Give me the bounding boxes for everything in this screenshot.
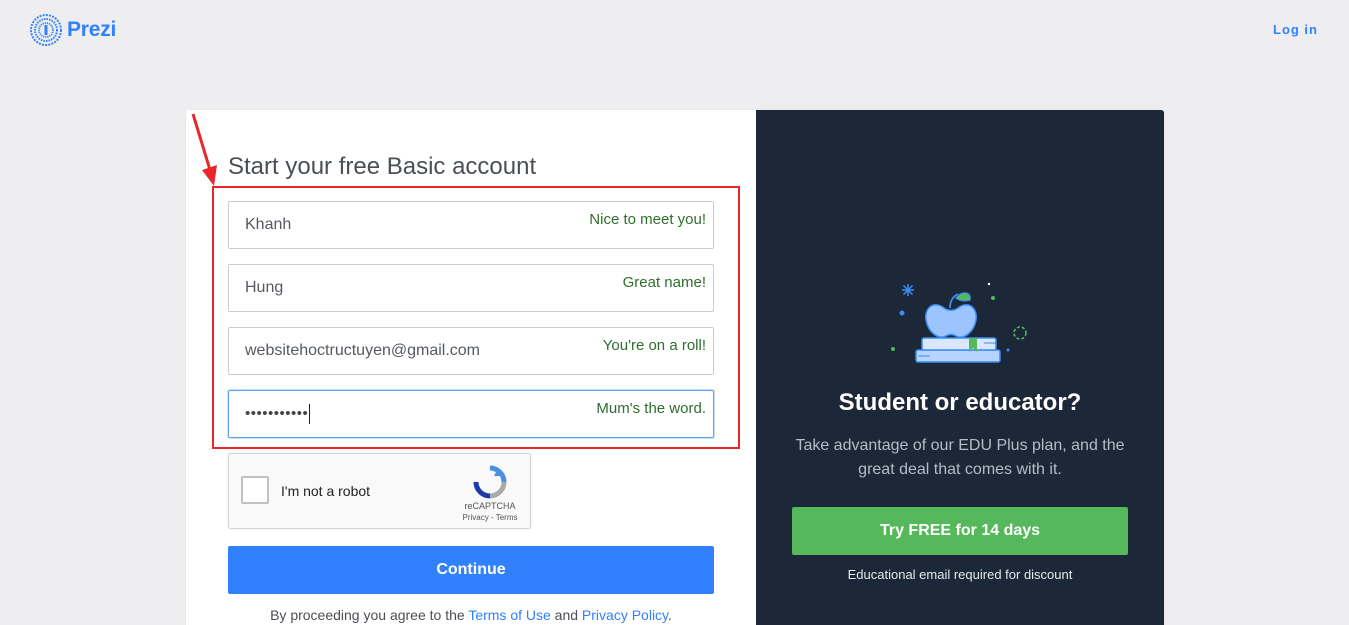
edu-panel: Student or educator? Take advantage of o… <box>756 110 1164 625</box>
legal-prefix: By proceeding you agree to the <box>270 607 465 623</box>
password-input[interactable]: ••••••••••• <box>245 404 311 424</box>
email-input[interactable] <box>229 328 713 374</box>
signup-form-panel: Start your free Basic account Nice to me… <box>186 110 756 625</box>
first-name-input[interactable] <box>229 202 713 248</box>
text-caret <box>309 404 311 424</box>
try-free-button[interactable]: Try FREE for 14 days <box>792 507 1128 555</box>
continue-button[interactable]: Continue <box>228 546 714 594</box>
recaptcha-checkbox[interactable] <box>241 476 269 504</box>
terms-of-use-link[interactable]: Terms of Use <box>468 607 550 623</box>
first-name-field[interactable]: Nice to meet you! <box>228 201 714 249</box>
top-bar: Prezi Log in <box>0 0 1349 62</box>
prezi-logo-icon <box>30 14 62 46</box>
edu-note: Educational email required for discount <box>847 567 1073 582</box>
recaptcha-icon <box>473 465 507 499</box>
privacy-policy-link[interactable]: Privacy Policy <box>582 607 668 623</box>
recaptcha-widget: I'm not a robot reCAPTCHA Privacy - Term… <box>228 453 531 529</box>
login-link[interactable]: Log in <box>1273 22 1318 37</box>
password-field[interactable]: ••••••••••• Mum's the word. <box>228 390 714 438</box>
form-title: Start your free Basic account <box>228 153 537 180</box>
legal-suffix: . <box>668 607 672 623</box>
logo-text: Prezi <box>67 18 117 41</box>
last-name-field[interactable]: Great name! <box>228 264 714 312</box>
legal-and: and <box>554 607 579 623</box>
recaptcha-brand: reCAPTCHA <box>464 501 516 511</box>
prezi-logo[interactable]: Prezi <box>30 14 116 46</box>
legal-text: By proceeding you agree to the Terms of … <box>186 607 756 623</box>
edu-title: Student or educator? <box>838 389 1082 416</box>
recaptcha-links[interactable]: Privacy - Terms <box>451 513 529 522</box>
edu-description: Take advantage of our EDU Plus plan, and… <box>795 437 1125 478</box>
apple-on-books-icon <box>891 282 1027 363</box>
email-field[interactable]: You're on a roll! <box>228 327 714 375</box>
password-hint: Mum's the word. <box>596 400 706 417</box>
last-name-input[interactable] <box>229 265 713 311</box>
signup-card: Start your free Basic account Nice to me… <box>186 110 1164 625</box>
password-masked-value: ••••••••••• <box>245 404 309 422</box>
recaptcha-label: I'm not a robot <box>281 483 371 499</box>
